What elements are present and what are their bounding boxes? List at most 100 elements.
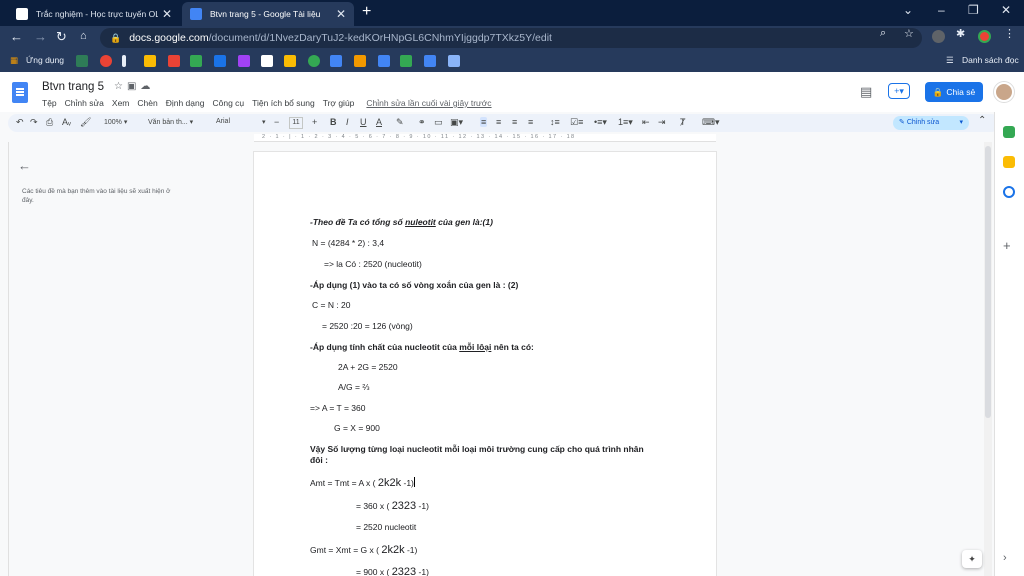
italic-icon[interactable]: I <box>346 117 349 127</box>
bookmark-icon[interactable] <box>424 55 436 67</box>
home-icon[interactable]: ⌂ <box>80 30 87 42</box>
bookmark-icon[interactable] <box>144 55 156 67</box>
comment-icon[interactable]: ▭ <box>434 117 443 128</box>
bookmark-icon[interactable] <box>122 55 126 67</box>
close-window-button[interactable]: ✕ <box>1001 3 1011 17</box>
extension-icon[interactable] <box>932 30 945 43</box>
chrome-menu-icon[interactable]: ⋮ <box>1004 27 1015 40</box>
comments-icon[interactable]: ▤ <box>860 84 872 100</box>
print-icon[interactable]: ⎙ <box>46 117 53 128</box>
tasks-icon[interactable] <box>1003 186 1015 198</box>
reload-icon[interactable]: ↻ <box>56 29 67 45</box>
align-right-icon[interactable]: ≡ <box>512 117 517 127</box>
font-select[interactable]: Arial <box>216 118 230 125</box>
bookmark-apps[interactable]: Ứng dụng <box>26 55 64 65</box>
font-dropdown-icon[interactable]: ▾ <box>262 118 266 126</box>
input-tools-icon[interactable]: ⌨▾ <box>702 117 720 128</box>
avatar[interactable] <box>994 82 1014 102</box>
menu-view[interactable]: Xem <box>112 98 129 108</box>
forward-arrow-icon[interactable]: → <box>34 29 47 44</box>
bookmark-icon[interactable] <box>400 55 412 67</box>
address-bar[interactable]: 🔒 docs.google.com/document/d/1NvezDaryTu… <box>100 28 922 48</box>
undo-icon[interactable]: ↶ <box>16 117 24 128</box>
reading-list-icon[interactable]: ☰ <box>946 55 954 66</box>
chevron-up-icon[interactable]: ⌃ <box>978 115 986 126</box>
bookmark-icon[interactable] <box>448 55 460 67</box>
menu-addons[interactable]: Tiện ích bổ sung <box>252 98 315 108</box>
profile-icon[interactable] <box>978 30 991 43</box>
scrollbar-thumb[interactable] <box>985 146 991 418</box>
zoom-select[interactable]: 100% ▾ <box>104 118 127 126</box>
bookmark-icon[interactable] <box>354 55 366 67</box>
bookmark-icon[interactable] <box>284 55 296 67</box>
back-arrow-icon[interactable]: ← <box>10 29 23 44</box>
apps-grid-icon[interactable]: ▦ <box>10 55 18 66</box>
cloud-status-icon[interactable]: ☁ <box>140 81 154 92</box>
bulleted-list-icon[interactable]: •≡▾ <box>594 117 607 128</box>
align-center-icon[interactable]: ≡ <box>496 117 501 127</box>
reading-list[interactable]: Danh sách đọc <box>962 55 1019 65</box>
image-icon[interactable]: ▣▾ <box>450 117 463 128</box>
bookmark-icon[interactable] <box>190 55 202 67</box>
underline-icon[interactable]: U <box>360 117 367 127</box>
style-select[interactable]: Văn bản th... ▾ <box>148 118 193 126</box>
vertical-ruler[interactable] <box>0 142 9 576</box>
close-tab-icon[interactable]: ✕ <box>162 7 172 21</box>
align-left-icon[interactable]: ≡ <box>480 117 488 127</box>
chevron-right-icon[interactable]: › <box>1003 552 1007 564</box>
decrease-indent-icon[interactable]: ⇤ <box>642 117 650 128</box>
browser-tab-olm[interactable]: Trắc nghiệm - Học trực tuyến OLM ✕ <box>8 2 180 26</box>
zoom-search-icon[interactable]: ⌕ <box>880 27 886 40</box>
menu-format[interactable]: Định dạng <box>166 98 205 108</box>
explore-button[interactable]: ✦ <box>962 550 982 568</box>
bold-icon[interactable]: B <box>330 117 337 127</box>
text-color-icon[interactable]: A <box>376 117 382 127</box>
sheets-icon[interactable] <box>1003 126 1015 138</box>
menu-help[interactable]: Trợ giúp <box>323 98 355 108</box>
editing-mode-select[interactable]: ✎ Chỉnh sửa ▾ <box>893 116 969 130</box>
bookmark-icon[interactable] <box>261 55 273 67</box>
close-outline-arrow-icon[interactable]: ← <box>18 158 31 173</box>
clear-formatting-icon[interactable]: Ⱦ <box>680 117 686 127</box>
highlight-icon[interactable]: ✎ <box>396 117 404 128</box>
bookmark-icon[interactable] <box>308 55 320 67</box>
bookmark-icon[interactable] <box>378 55 390 67</box>
last-edit-link[interactable]: Chỉnh sửa lần cuối vài giây trước <box>366 98 491 108</box>
bookmark-icon[interactable] <box>76 55 88 67</box>
document-title[interactable]: Btvn trang 5 <box>42 81 104 93</box>
google-docs-logo-icon[interactable] <box>12 82 28 103</box>
new-tab-button[interactable]: + <box>362 3 371 21</box>
menu-insert[interactable]: Chèn <box>137 98 157 108</box>
document-page[interactable]: -Theo đề Ta có tổng số nuleotit của gen … <box>254 152 716 576</box>
bookmark-icon[interactable] <box>238 55 250 67</box>
redo-icon[interactable]: ↷ <box>30 117 38 128</box>
justify-icon[interactable]: ≡ <box>528 117 533 127</box>
numbered-list-icon[interactable]: 1≡▾ <box>618 117 633 128</box>
youtube-icon[interactable] <box>168 55 180 67</box>
spellcheck-icon[interactable]: Aᵥ <box>62 117 71 127</box>
extensions-puzzle-icon[interactable]: ✱ <box>956 27 965 40</box>
bookmark-icon[interactable] <box>100 55 112 67</box>
minimize-button[interactable]: – <box>938 3 945 17</box>
bookmark-icon[interactable] <box>214 55 226 67</box>
menu-file[interactable]: Tệp <box>42 98 57 108</box>
menu-tools[interactable]: Công cụ <box>212 98 244 108</box>
checklist-icon[interactable]: ☑≡ <box>570 117 583 128</box>
menu-edit[interactable]: Chỉnh sửa <box>65 98 104 108</box>
move-folder-icon[interactable]: ▣ <box>127 81 140 92</box>
increase-indent-icon[interactable]: ⇥ <box>658 117 666 128</box>
keep-icon[interactable] <box>1003 156 1015 168</box>
bookmark-icon[interactable] <box>330 55 342 67</box>
paint-format-icon[interactable]: 🖌 <box>80 117 91 128</box>
bookmark-star-icon[interactable]: ☆ <box>904 27 914 40</box>
font-size-input[interactable]: 11 <box>289 117 303 129</box>
close-tab-icon[interactable]: ✕ <box>336 7 346 21</box>
add-addon-icon[interactable]: + <box>1003 238 1011 253</box>
browser-tab-docs[interactable]: Btvn trang 5 - Google Tài liệu ✕ <box>182 2 354 26</box>
decrease-size-icon[interactable]: − <box>274 117 279 127</box>
tab-search-icon[interactable]: ⌄ <box>903 3 913 17</box>
meet-present-button[interactable]: +▾ <box>888 83 910 99</box>
share-button[interactable]: 🔒 Chia sẻ <box>925 82 983 102</box>
restore-button[interactable]: ❐ <box>968 3 979 17</box>
line-spacing-icon[interactable]: ↕≡ <box>550 117 560 127</box>
